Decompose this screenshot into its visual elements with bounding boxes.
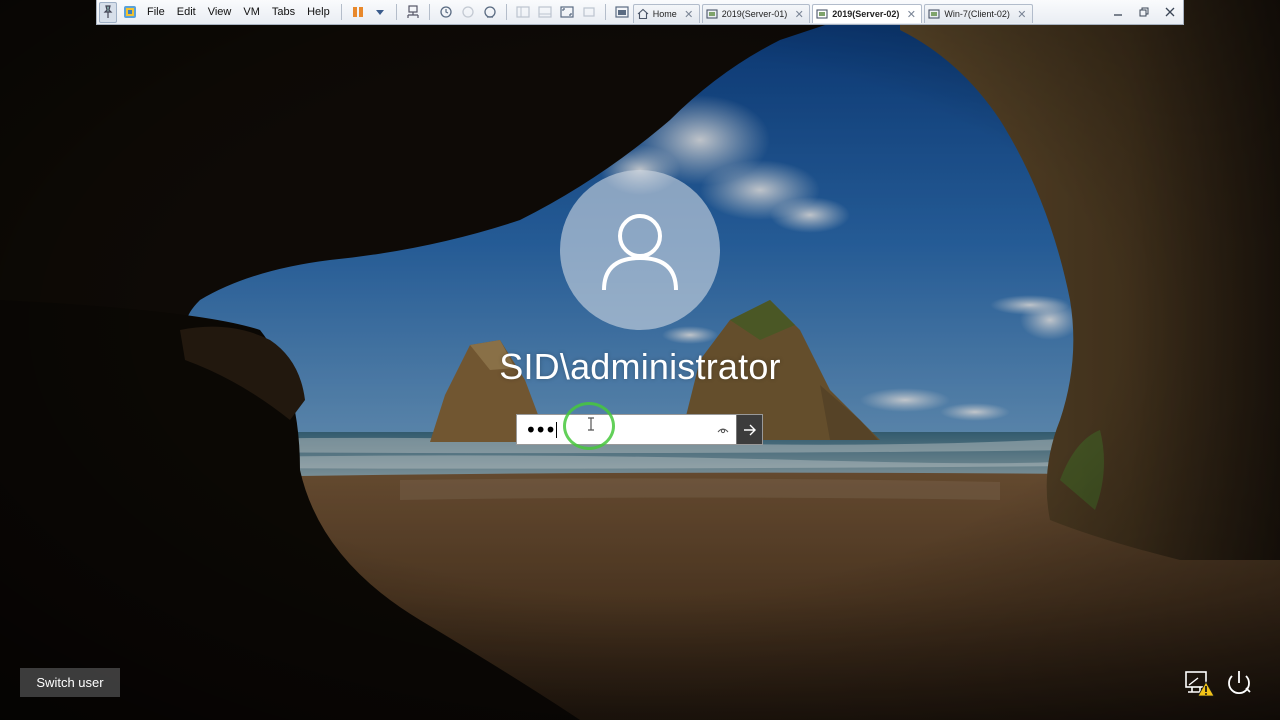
- vmware-logo-icon: [124, 6, 136, 18]
- full-screen-icon: [560, 6, 574, 18]
- snapshot-manager-icon: [484, 6, 496, 18]
- library-icon: [516, 6, 530, 18]
- password-field-container: •••: [516, 414, 763, 445]
- submit-password-button[interactable]: [736, 415, 762, 444]
- power-icon: [1228, 671, 1251, 695]
- pin-toolbar-button[interactable]: [99, 1, 117, 23]
- toolbar-divider: [604, 4, 606, 20]
- tab-label: Win-7(Client-02): [944, 9, 1010, 19]
- thumbnail-icon: [538, 6, 552, 18]
- eye-icon: [717, 428, 729, 433]
- restore-button[interactable]: [1131, 2, 1157, 23]
- close-tab-button[interactable]: ✕: [793, 8, 805, 21]
- show-library-button[interactable]: [514, 2, 532, 23]
- close-tab-button[interactable]: ✕: [1016, 8, 1028, 21]
- network-button[interactable]: [1184, 668, 1216, 698]
- close-tab-button[interactable]: ✕: [905, 8, 917, 21]
- vmware-toolbar: File Edit View VM Tabs Help Home ✕ 2019(…: [96, 0, 1184, 25]
- arrow-right-icon: [743, 424, 756, 435]
- close-icon: [1165, 7, 1175, 17]
- send-ctrl-alt-del-button[interactable]: [404, 2, 422, 23]
- revert-snapshot-icon: [462, 6, 474, 18]
- power-dropdown-button[interactable]: [371, 2, 389, 23]
- username-label: SID\administrator: [499, 346, 781, 387]
- unity-button[interactable]: [580, 2, 598, 23]
- home-icon: [637, 8, 649, 20]
- close-tab-button[interactable]: ✕: [683, 8, 695, 21]
- tab-label: 2019(Server-01): [721, 9, 788, 19]
- tab-label: 2019(Server-02): [832, 9, 900, 19]
- user-avatar: [560, 170, 720, 330]
- toolbar-divider: [428, 4, 430, 20]
- vm-icon: [816, 9, 828, 19]
- tab-home[interactable]: Home ✕: [632, 4, 700, 23]
- snapshot-icon: [440, 6, 452, 18]
- toolbar-divider: [505, 4, 507, 20]
- password-input[interactable]: •••: [517, 415, 710, 444]
- thumbnail-bar-button[interactable]: [536, 2, 554, 23]
- menu-file[interactable]: File: [141, 2, 171, 23]
- take-snapshot-button[interactable]: [437, 2, 455, 23]
- toolbar-divider: [395, 4, 397, 20]
- menu-help[interactable]: Help: [301, 2, 336, 23]
- tab-client-02[interactable]: Win-7(Client-02) ✕: [924, 4, 1033, 23]
- revert-snapshot-button[interactable]: [459, 2, 477, 23]
- toolbar-divider: [340, 4, 342, 20]
- vm-icon: [706, 9, 718, 19]
- menu-tabs[interactable]: Tabs: [266, 2, 301, 23]
- text-caret: [556, 421, 558, 438]
- minimize-button[interactable]: [1105, 2, 1131, 23]
- tab-server-02[interactable]: 2019(Server-02) ✕: [812, 4, 923, 23]
- reveal-password-button[interactable]: [710, 415, 736, 444]
- console-view-button[interactable]: [613, 2, 631, 23]
- network-warning-icon: [1185, 671, 1215, 697]
- minimize-icon: [1114, 14, 1122, 16]
- close-window-button[interactable]: [1157, 2, 1183, 23]
- console-view-icon: [615, 6, 629, 18]
- menu-edit[interactable]: Edit: [171, 2, 202, 23]
- menu-vm[interactable]: VM: [237, 2, 266, 23]
- tab-server-01[interactable]: 2019(Server-01) ✕: [701, 4, 811, 23]
- network-computer-icon: [407, 5, 419, 18]
- chevron-down-icon: [375, 10, 384, 15]
- vm-icon: [928, 9, 940, 19]
- full-screen-button[interactable]: [558, 2, 576, 23]
- power-button[interactable]: [1224, 668, 1254, 698]
- menu-view[interactable]: View: [202, 2, 238, 23]
- tab-label: Home: [652, 9, 677, 19]
- switch-user-button[interactable]: Switch user: [20, 668, 120, 697]
- user-icon: [602, 214, 678, 291]
- snapshot-manager-button[interactable]: [481, 2, 499, 23]
- pause-icon: [352, 7, 363, 17]
- pin-icon: [103, 5, 113, 18]
- vmware-logo-button[interactable]: [121, 2, 139, 23]
- password-mask: •••: [525, 417, 556, 442]
- unity-icon: [583, 7, 595, 17]
- restore-icon: [1139, 7, 1149, 17]
- suspend-button[interactable]: [349, 2, 367, 23]
